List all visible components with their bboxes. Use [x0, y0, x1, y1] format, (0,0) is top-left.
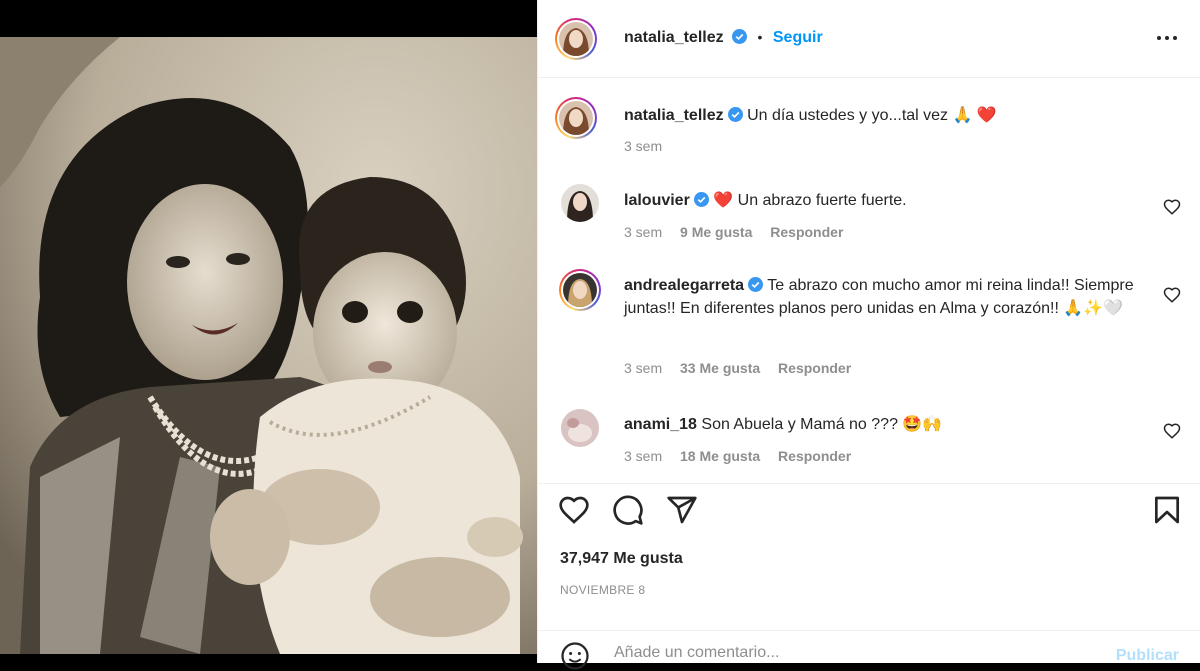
verified-badge-icon [727, 107, 743, 122]
comment-avatar-lalouvier[interactable] [561, 184, 599, 222]
verified-badge-icon [732, 29, 748, 44]
header-user-line: natalia_tellez • Seguir [624, 29, 823, 47]
more-options-icon[interactable] [1155, 28, 1179, 48]
comment-text: Son Abuela y Mamá no ??? 🤩🙌 [701, 416, 943, 433]
comment-time: 3 sem [624, 448, 663, 464]
comment-anami_18: anami_18 Son Abuela y Mamá no ??? 🤩🙌 [624, 413, 1154, 436]
caption: natalia_tellez Un día ustedes y yo...tal… [624, 104, 1164, 127]
comment-avatar-anami_18[interactable] [561, 409, 599, 447]
heart-icon[interactable] [1163, 198, 1181, 216]
comment-meta: 3 sem 18 Me gusta Responder [624, 448, 851, 464]
comment-likes[interactable]: 9 Me gusta [680, 224, 752, 240]
comment-username[interactable]: anami_18 [624, 416, 697, 433]
reply-button[interactable]: Responder [778, 448, 851, 464]
publish-button[interactable]: Publicar [1116, 647, 1179, 665]
comment-meta: 3 sem 9 Me gusta Responder [624, 224, 843, 240]
reply-button[interactable]: Responder [778, 360, 851, 376]
post-date: NOVIEMBRE 8 [560, 583, 646, 597]
comment-input[interactable] [612, 643, 1086, 663]
comment-likes[interactable]: 33 Me gusta [680, 360, 760, 376]
author-username[interactable]: natalia_tellez [624, 29, 724, 46]
caption-time: 3 sem [624, 138, 663, 154]
comment-avatar-andrealegarreta[interactable] [563, 273, 597, 307]
heart-icon[interactable] [1163, 422, 1181, 440]
caption-text: Un día ustedes y yo...tal vez 🙏 ❤️ [747, 107, 997, 124]
post-photo[interactable] [0, 0, 537, 663]
comment-likes[interactable]: 18 Me gusta [680, 448, 760, 464]
caption-username[interactable]: natalia_tellez [624, 107, 724, 124]
comment-time: 3 sem [624, 360, 663, 376]
comment-text: ❤️ Un abrazo fuerte fuerte. [713, 192, 907, 209]
post-header: natalia_tellez • Seguir [538, 0, 1200, 78]
emoji-icon[interactable] [560, 641, 590, 671]
comment-icon[interactable] [612, 494, 644, 526]
like-count[interactable]: 37,947 Me gusta [560, 550, 683, 568]
caption-avatar[interactable] [559, 101, 593, 135]
comment-meta: 3 sem 33 Me gusta Responder [624, 360, 851, 376]
comments-section: natalia_tellez Un día ustedes y yo...tal… [538, 78, 1200, 483]
comment-lalouvier: lalouvier ❤️ Un abrazo fuerte fuerte. [624, 189, 1154, 212]
comment-andrealegarreta: andrealegarreta Te abrazo con mucho amor… [624, 274, 1154, 320]
post-actions: 37,947 Me gusta NOVIEMBRE 8 Publicar [538, 483, 1200, 670]
author-avatar[interactable] [559, 22, 593, 56]
share-icon[interactable] [666, 494, 698, 526]
verified-badge-icon [693, 192, 709, 207]
follow-button[interactable]: Seguir [773, 29, 823, 46]
post-side-panel: natalia_tellez • Seguir natalia_tellez U… [537, 0, 1200, 670]
comment-username[interactable]: lalouvier [624, 192, 690, 209]
verified-badge-icon [748, 277, 764, 292]
comment-time: 3 sem [624, 224, 663, 240]
instagram-post-modal: natalia_tellez • Seguir natalia_tellez U… [0, 0, 1200, 670]
reply-button[interactable]: Responder [770, 224, 843, 240]
vintage-portrait-image [0, 37, 537, 654]
like-heart-icon[interactable] [558, 494, 590, 526]
heart-icon[interactable] [1163, 286, 1181, 304]
add-comment-bar: Publicar [538, 630, 1200, 670]
comment-username[interactable]: andrealegarreta [624, 277, 744, 294]
separator-dot: • [757, 29, 763, 45]
bookmark-icon[interactable] [1151, 494, 1183, 526]
